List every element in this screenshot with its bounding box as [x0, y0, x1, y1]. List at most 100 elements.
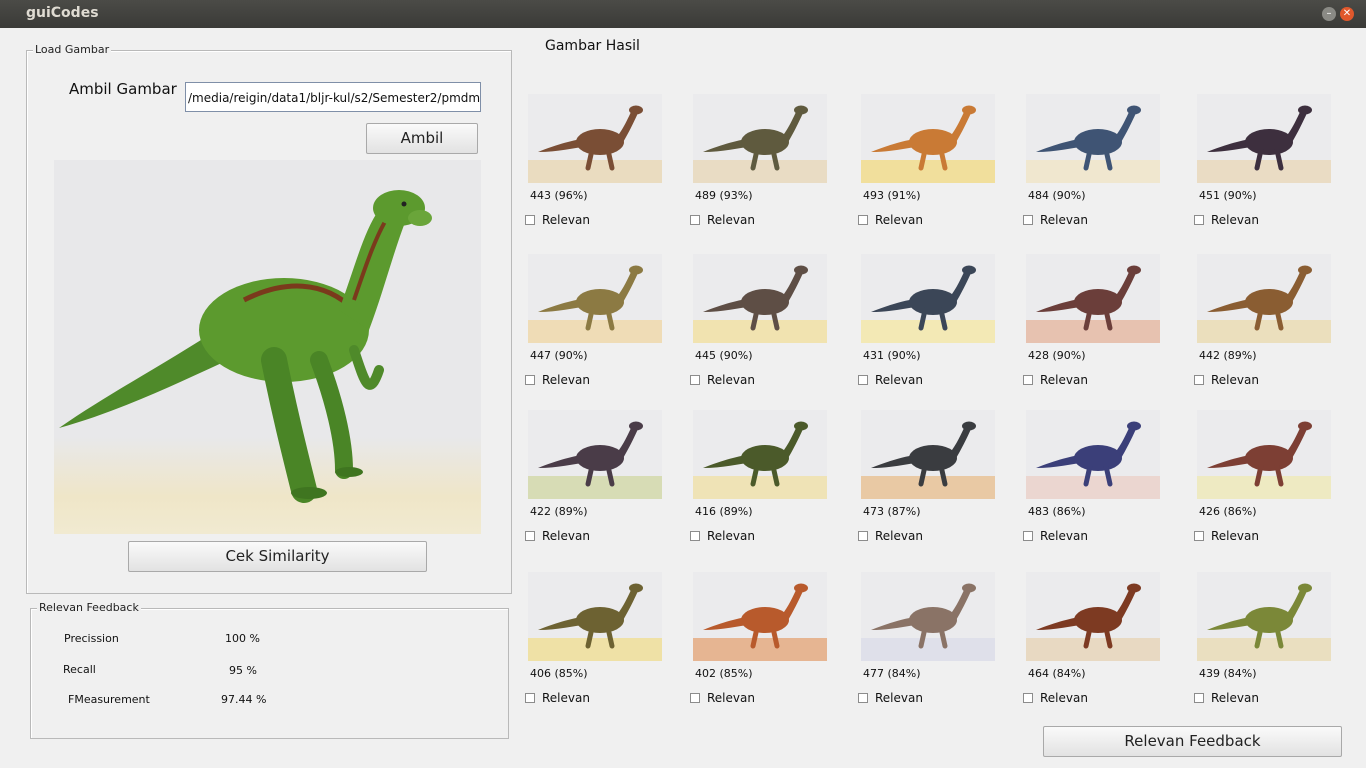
checkbox-box[interactable] — [1023, 375, 1033, 385]
result-caption: 477 (84%) — [863, 667, 921, 680]
result-thumbnail — [528, 254, 662, 343]
result-thumbnail — [1197, 254, 1331, 343]
ambil-gambar-label: Ambil Gambar — [69, 80, 177, 98]
relevan-checkbox[interactable]: Relevan — [1194, 529, 1259, 543]
checkbox-box[interactable] — [1194, 531, 1204, 541]
checkbox-box[interactable] — [858, 693, 868, 703]
relevan-checkbox[interactable]: Relevan — [525, 213, 590, 227]
relevan-checkbox-label: Relevan — [1040, 213, 1088, 227]
relevan-checkbox-label: Relevan — [875, 529, 923, 543]
checkbox-box[interactable] — [1194, 215, 1204, 225]
result-caption: 406 (85%) — [530, 667, 588, 680]
relevan-checkbox[interactable]: Relevan — [1023, 529, 1088, 543]
checkbox-box[interactable] — [690, 693, 700, 703]
result-thumbnail — [528, 572, 662, 661]
relevan-checkbox[interactable]: Relevan — [1194, 213, 1259, 227]
checkbox-box[interactable] — [525, 693, 535, 703]
relevan-checkbox-label: Relevan — [1040, 691, 1088, 705]
window-title: guiCodes — [26, 5, 99, 21]
relevan-checkbox-label: Relevan — [542, 373, 590, 387]
image-path-field[interactable]: /media/reigin/data1/bljr-kul/s2/Semester… — [185, 82, 481, 112]
relevan-checkbox[interactable]: Relevan — [858, 691, 923, 705]
result-caption: 464 (84%) — [1028, 667, 1086, 680]
result-caption: 443 (96%) — [530, 189, 588, 202]
relevan-checkbox[interactable]: Relevan — [858, 529, 923, 543]
relevan-checkbox[interactable]: Relevan — [1023, 373, 1088, 387]
relevan-feedback-button[interactable]: Relevan Feedback — [1043, 726, 1342, 757]
checkbox-box[interactable] — [858, 531, 868, 541]
ambil-button[interactable]: Ambil — [366, 123, 478, 154]
checkbox-box[interactable] — [525, 215, 535, 225]
result-caption: 428 (90%) — [1028, 349, 1086, 362]
result-thumbnail — [861, 572, 995, 661]
relevan-checkbox[interactable]: Relevan — [690, 213, 755, 227]
result-thumbnail — [693, 254, 827, 343]
checkbox-box[interactable] — [690, 215, 700, 225]
minimize-icon[interactable]: – — [1322, 7, 1336, 21]
result-caption: 493 (91%) — [863, 189, 921, 202]
checkbox-box[interactable] — [1023, 531, 1033, 541]
relevan-checkbox[interactable]: Relevan — [1023, 213, 1088, 227]
result-thumbnail — [693, 572, 827, 661]
relevan-checkbox[interactable]: Relevan — [690, 691, 755, 705]
result-caption: 451 (90%) — [1199, 189, 1257, 202]
result-caption: 484 (90%) — [1028, 189, 1086, 202]
relevan-checkbox[interactable]: Relevan — [858, 373, 923, 387]
checkbox-box[interactable] — [858, 215, 868, 225]
relevan-checkbox-label: Relevan — [875, 691, 923, 705]
result-caption: 483 (86%) — [1028, 505, 1086, 518]
relevan-checkbox[interactable]: Relevan — [525, 529, 590, 543]
relevan-checkbox[interactable]: Relevan — [1023, 691, 1088, 705]
relevan-checkbox-label: Relevan — [707, 529, 755, 543]
relevan-checkbox[interactable]: Relevan — [1194, 373, 1259, 387]
relevan-checkbox-label: Relevan — [707, 213, 755, 227]
fmeasurement-label: FMeasurement — [68, 693, 150, 706]
relevan-checkbox-label: Relevan — [875, 213, 923, 227]
precission-label: Precission — [64, 632, 119, 645]
checkbox-box[interactable] — [1194, 375, 1204, 385]
checkbox-box[interactable] — [690, 531, 700, 541]
result-thumbnail — [1026, 94, 1160, 183]
relevan-checkbox-label: Relevan — [542, 529, 590, 543]
relevan-feedback-panel: Relevan Feedback — [30, 601, 509, 739]
checkbox-box[interactable] — [525, 531, 535, 541]
relevan-checkbox-label: Relevan — [1040, 373, 1088, 387]
relevan-checkbox[interactable]: Relevan — [690, 529, 755, 543]
result-thumbnail — [861, 94, 995, 183]
relevan-checkbox[interactable]: Relevan — [690, 373, 755, 387]
checkbox-box[interactable] — [858, 375, 868, 385]
result-caption: 489 (93%) — [695, 189, 753, 202]
result-caption: 422 (89%) — [530, 505, 588, 518]
checkbox-box[interactable] — [525, 375, 535, 385]
relevan-checkbox[interactable]: Relevan — [525, 373, 590, 387]
checkbox-box[interactable] — [1023, 693, 1033, 703]
result-caption: 445 (90%) — [695, 349, 753, 362]
relevan-checkbox-label: Relevan — [1211, 691, 1259, 705]
result-caption: 416 (89%) — [695, 505, 753, 518]
result-thumbnail — [693, 94, 827, 183]
checkbox-box[interactable] — [690, 375, 700, 385]
result-thumbnail — [1197, 94, 1331, 183]
result-thumbnail — [528, 410, 662, 499]
relevan-checkbox-label: Relevan — [875, 373, 923, 387]
result-thumbnail — [861, 410, 995, 499]
relevan-checkbox-label: Relevan — [707, 691, 755, 705]
relevan-checkbox[interactable]: Relevan — [1194, 691, 1259, 705]
relevan-checkbox-label: Relevan — [542, 213, 590, 227]
relevan-checkbox[interactable]: Relevan — [525, 691, 590, 705]
relevan-checkbox-label: Relevan — [1211, 213, 1259, 227]
result-thumbnail — [693, 410, 827, 499]
relevan-checkbox[interactable]: Relevan — [858, 213, 923, 227]
gambar-hasil-title: Gambar Hasil — [545, 38, 640, 54]
result-caption: 447 (90%) — [530, 349, 588, 362]
checkbox-box[interactable] — [1023, 215, 1033, 225]
close-icon[interactable]: ✕ — [1340, 7, 1354, 21]
cek-similarity-button[interactable]: Cek Similarity — [128, 541, 427, 572]
result-caption: 402 (85%) — [695, 667, 753, 680]
relevan-checkbox-label: Relevan — [1211, 373, 1259, 387]
result-caption: 439 (84%) — [1199, 667, 1257, 680]
checkbox-box[interactable] — [1194, 693, 1204, 703]
recall-value: 95 % — [229, 664, 257, 677]
query-image — [54, 160, 481, 534]
result-caption: 431 (90%) — [863, 349, 921, 362]
